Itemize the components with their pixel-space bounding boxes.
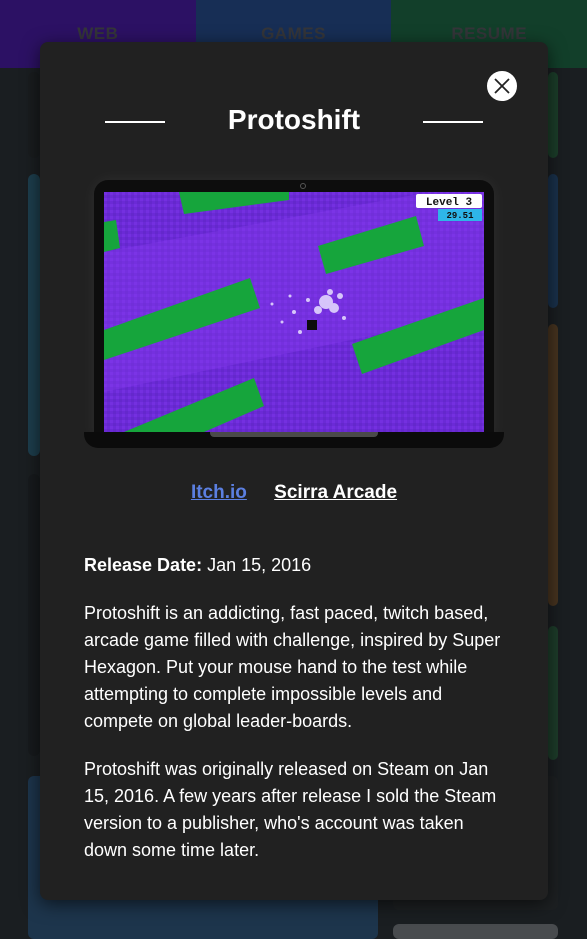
camera-icon — [300, 183, 306, 189]
title-divider-right — [423, 121, 483, 123]
close-button[interactable] — [486, 70, 518, 102]
release-date: Release Date: Jan 15, 2016 — [84, 552, 508, 579]
game-scene: Level 3 29.51 — [104, 192, 484, 432]
modal-header: Protoshift — [40, 100, 548, 140]
level-label: Level 3 — [426, 197, 473, 209]
release-date-value: Jan 15, 2016 — [207, 555, 312, 575]
description-paragraph-2: Protoshift was originally released on St… — [84, 759, 497, 860]
laptop-mockup: Level 3 29.51 — [84, 180, 504, 450]
project-description: Release Date: Jan 15, 2016 Protoshift is… — [84, 552, 508, 885]
project-modal: Protoshift Level 3 29.51 Itch.io Scirra … — [40, 42, 548, 900]
release-date-label: Release Date: — [84, 555, 203, 575]
game-screenshot: Level 3 29.51 — [104, 192, 484, 432]
close-icon — [494, 78, 510, 94]
laptop-notch — [210, 432, 378, 437]
scirra-arcade-link[interactable]: Scirra Arcade — [274, 482, 397, 503]
itch-io-link[interactable]: Itch.io — [191, 482, 247, 503]
project-links: Itch.io Scirra Arcade — [40, 482, 548, 504]
modal-title: Protoshift — [227, 104, 361, 135]
description-paragraph-1: Protoshift is an addicting, fast paced, … — [84, 603, 501, 731]
player-square — [307, 320, 317, 330]
timer-label: 29.51 — [446, 211, 474, 221]
